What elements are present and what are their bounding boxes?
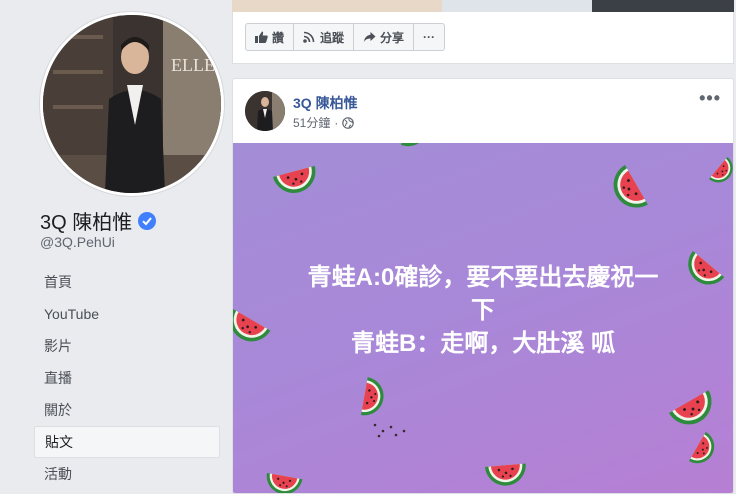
post-menu-button[interactable]: ••• (699, 89, 721, 107)
post-time-text: 51分鐘 (293, 116, 331, 130)
share-label: 分享 (380, 30, 405, 45)
post-author-name[interactable]: 3Q 陳柏惟 (293, 93, 358, 113)
rss-follow-icon (303, 31, 315, 43)
post-author-avatar[interactable] (245, 91, 285, 131)
page-handle[interactable]: @3Q.PehUi (40, 234, 115, 250)
like-label: 讚 (272, 30, 285, 45)
post-image[interactable]: 青蛙A:0確診，要不要出去慶祝一 下 青蛙B：走啊，大肚溪 呱 (233, 143, 733, 493)
page-name[interactable]: 3Q 陳柏惟 (40, 206, 157, 235)
verified-badge-icon (138, 211, 157, 230)
globe-icon (342, 116, 355, 129)
post-time-separator: · (334, 115, 339, 130)
post-timestamp[interactable]: 51分鐘 · (293, 114, 355, 131)
follow-button[interactable]: 追蹤 (294, 24, 355, 50)
more-options-label: ··· (423, 30, 436, 44)
share-button[interactable]: 分享 (354, 24, 415, 50)
post-text-line-2: 下 (471, 297, 495, 324)
post-text-line-1: 青蛙A:0確診，要不要出去慶祝一 (307, 264, 659, 291)
follow-label: 追蹤 (320, 30, 345, 45)
nav-item-events[interactable]: 活動 (34, 458, 220, 490)
nav-item-home[interactable]: 首頁 (34, 266, 220, 298)
nav-item-youtube[interactable]: YouTube (34, 298, 220, 330)
svg-text:ELLE: ELLE (171, 55, 215, 75)
thumbs-up-icon (255, 31, 268, 43)
action-button-group: 讚 追蹤 分享 ··· (245, 23, 446, 51)
nav-item-videos[interactable]: 影片 (34, 330, 220, 362)
nav-item-live[interactable]: 直播 (34, 362, 220, 394)
share-arrow-icon (363, 32, 376, 42)
more-options-button[interactable]: ··· (414, 24, 444, 50)
page-action-bar: 讚 追蹤 分享 ··· (232, 12, 734, 64)
nav-item-about[interactable]: 關於 (34, 394, 220, 426)
post-text-line-3: 青蛙B：走啊，大肚溪 呱 (351, 330, 615, 357)
nav-item-posts[interactable]: 貼文 (34, 426, 220, 458)
post-image-text: 青蛙A:0確診，要不要出去慶祝一 下 青蛙B：走啊，大肚溪 呱 (233, 261, 733, 360)
profile-photo: ELLE (43, 15, 221, 193)
page-nav: 首頁 YouTube 影片 直播 關於 貼文 活動 (34, 266, 220, 490)
page-name-text[interactable]: 3Q 陳柏惟 (40, 206, 132, 235)
profile-picture[interactable]: ELLE (40, 12, 224, 196)
avatar-photo (245, 91, 285, 131)
like-button[interactable]: 讚 (246, 24, 295, 50)
post-card: 3Q 陳柏惟 51分鐘 · ••• 青蛙A:0確診，要不要出去慶祝一 下 青蛙B… (232, 78, 734, 494)
